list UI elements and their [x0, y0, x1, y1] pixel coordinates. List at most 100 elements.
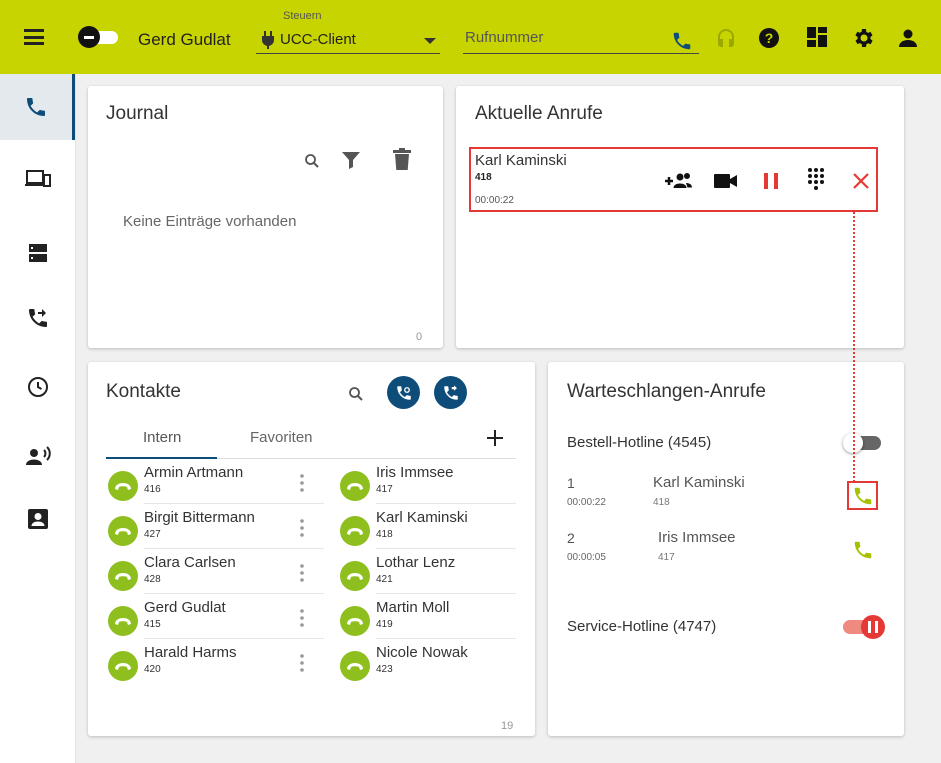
- phone-icon: [27, 98, 45, 116]
- call-handset-icon[interactable]: [108, 606, 138, 636]
- sidebar-item-phone[interactable]: [0, 74, 75, 140]
- queue-caller-name: Iris Immsee: [658, 529, 736, 546]
- search-icon[interactable]: [345, 383, 367, 405]
- call-handset-icon[interactable]: [340, 651, 370, 681]
- user-profile-icon[interactable]: [896, 26, 920, 50]
- sidebar-item-devices[interactable]: [0, 146, 75, 212]
- journal-title: Journal: [106, 103, 169, 124]
- phone-number-input[interactable]: Rufnummer: [463, 28, 699, 54]
- current-calls-card: Aktuelle Anrufe Karl Kaminski 418 00:00:…: [456, 86, 904, 348]
- add-participant-icon[interactable]: [664, 169, 694, 193]
- svg-text:?: ?: [765, 30, 774, 46]
- sidebar-item-contacts[interactable]: [0, 486, 75, 552]
- call-handset-icon[interactable]: [340, 471, 370, 501]
- call-handset-icon[interactable]: [108, 651, 138, 681]
- queue-title: Warteschlangen-Anrufe: [567, 381, 766, 402]
- control-select[interactable]: UCC-Client: [256, 28, 440, 54]
- contact-number: 420: [144, 664, 161, 675]
- tab-intern[interactable]: Intern: [143, 429, 181, 446]
- more-vertical-icon[interactable]: [300, 474, 304, 497]
- contacts-title: Kontakte: [106, 381, 181, 402]
- headset-icon[interactable]: [714, 26, 738, 50]
- current-calls-title: Aktuelle Anrufe: [475, 103, 603, 124]
- contact-number: 417: [376, 484, 393, 495]
- contact-name: Martin Moll: [376, 599, 450, 616]
- list-item[interactable]: Harald Harms 420: [106, 642, 311, 687]
- call-handset-icon[interactable]: [340, 606, 370, 636]
- list-item[interactable]: Lothar Lenz 421: [338, 552, 543, 597]
- divider: [376, 638, 516, 639]
- list-item[interactable]: Nicole Nowak 423: [338, 642, 543, 687]
- trash-icon[interactable]: [390, 147, 414, 171]
- answer-call-icon[interactable]: [848, 537, 878, 563]
- contact-number: 423: [376, 664, 393, 675]
- call-handset-icon[interactable]: [108, 516, 138, 546]
- active-tab-indicator: [106, 457, 217, 459]
- hold-pause-icon[interactable]: [761, 171, 781, 191]
- hotline-paused-toggle[interactable]: [841, 615, 886, 639]
- contact-name: Karl Kaminski: [376, 509, 468, 526]
- call-contact-icon[interactable]: [387, 376, 420, 409]
- control-label: Steuern: [283, 10, 322, 22]
- dial-phone-icon[interactable]: [671, 30, 693, 57]
- more-vertical-icon[interactable]: [300, 609, 304, 632]
- presence-toggle[interactable]: [78, 26, 120, 48]
- caller-name: Karl Kaminski: [475, 152, 567, 169]
- list-item[interactable]: Iris Immsee 417: [338, 462, 543, 507]
- sidebar-item-server[interactable]: [0, 220, 75, 286]
- contact-card-icon: [27, 509, 48, 529]
- list-item[interactable]: Clara Carlsen 428: [106, 552, 311, 597]
- dashboard-icon[interactable]: [806, 26, 830, 50]
- divider: [144, 548, 324, 549]
- divider: [144, 638, 324, 639]
- chevron-down-icon: [424, 38, 436, 44]
- help-icon[interactable]: ?: [757, 26, 781, 50]
- video-camera-icon[interactable]: [714, 171, 738, 191]
- divider: [144, 593, 324, 594]
- sidebar-item-call-forward[interactable]: [0, 285, 75, 351]
- search-icon[interactable]: [301, 150, 323, 172]
- add-contact-plus-icon[interactable]: [484, 427, 506, 449]
- tab-favorites[interactable]: Favoriten: [250, 429, 313, 446]
- queue-position: 1: [567, 475, 575, 491]
- transfer-call-icon[interactable]: [434, 376, 467, 409]
- sidebar: [0, 74, 76, 763]
- journal-card: Journal Keine Einträge vorhanden 0: [88, 86, 443, 348]
- list-item[interactable]: Martin Moll 419: [338, 597, 543, 642]
- contact-name: Harald Harms: [144, 644, 237, 661]
- phone-number-placeholder: Rufnummer: [465, 29, 544, 46]
- filter-icon[interactable]: [339, 148, 363, 172]
- more-vertical-icon[interactable]: [300, 654, 304, 677]
- call-handset-icon[interactable]: [108, 561, 138, 591]
- contact-name: Birgit Bittermann: [144, 509, 255, 526]
- contact-number: 418: [376, 529, 393, 540]
- call-handset-icon[interactable]: [340, 516, 370, 546]
- queue-wait-time: 00:00:22: [567, 497, 606, 508]
- settings-gear-icon[interactable]: [851, 26, 875, 50]
- sidebar-item-voice[interactable]: [0, 424, 75, 490]
- contact-name: Lothar Lenz: [376, 554, 456, 571]
- contact-name: Nicole Nowak: [376, 644, 468, 661]
- contact-name: Iris Immsee: [376, 464, 454, 481]
- top-bar: Gerd Gudlat Steuern UCC-Client Rufnummer…: [0, 0, 941, 74]
- dialpad-icon[interactable]: [805, 165, 827, 195]
- call-handset-icon[interactable]: [340, 561, 370, 591]
- sidebar-item-history[interactable]: [0, 354, 75, 420]
- queue-wait-time: 00:00:05: [567, 552, 606, 563]
- queue-caller-ext: 417: [658, 552, 675, 563]
- menu-icon[interactable]: [24, 29, 44, 45]
- pause-icon: [861, 615, 885, 639]
- queue-caller-name: Karl Kaminski: [653, 474, 745, 491]
- list-item[interactable]: Gerd Gudlat 415: [106, 597, 311, 642]
- call-handset-icon[interactable]: [108, 471, 138, 501]
- queue-caller-ext: 418: [653, 497, 670, 508]
- devices-icon: [24, 170, 51, 187]
- list-item[interactable]: Armin Artmann 416: [106, 462, 311, 507]
- active-call-row[interactable]: Karl Kaminski 418 00:00:22: [469, 147, 878, 212]
- list-item[interactable]: Karl Kaminski 418: [338, 507, 543, 552]
- hang-up-close-icon[interactable]: [851, 171, 871, 191]
- hotline-toggle[interactable]: [841, 432, 886, 454]
- more-vertical-icon[interactable]: [300, 519, 304, 542]
- list-item[interactable]: Birgit Bittermann 427: [106, 507, 311, 552]
- more-vertical-icon[interactable]: [300, 564, 304, 587]
